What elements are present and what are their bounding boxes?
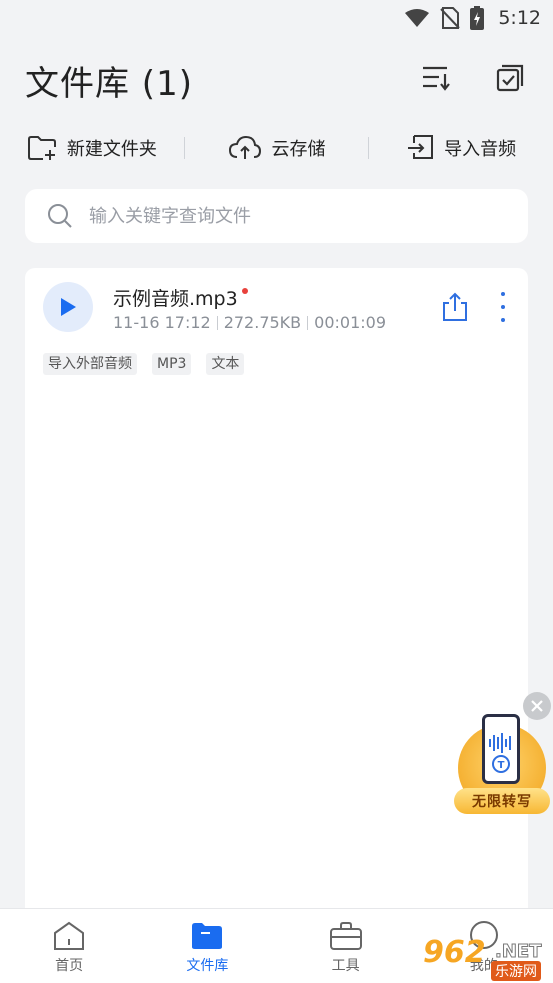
file-size: 272.75KB — [223, 313, 302, 332]
search-input[interactable] — [89, 205, 469, 227]
tag-source: 导入外部音频 — [43, 353, 137, 375]
file-meta: 11-16 17:12 272.75KB 00:01:09 — [113, 313, 386, 332]
promo-widget[interactable]: T 无限转写 — [450, 690, 553, 825]
status-time: 5:12 — [498, 7, 541, 29]
no-sim-icon — [440, 7, 461, 29]
nav-home-label: 首页 — [55, 958, 84, 974]
more-button[interactable] — [497, 292, 509, 322]
status-bar: 5:12 — [0, 0, 553, 36]
unread-dot — [241, 288, 248, 294]
play-icon — [61, 298, 76, 316]
actions-row: 新建文件夹 云存储 导入音频 — [0, 126, 553, 170]
cloud-upload-icon — [228, 135, 261, 159]
folder-icon — [192, 923, 223, 949]
header: 文件库 (1) — [25, 56, 528, 104]
promo-close-button[interactable] — [523, 692, 551, 720]
close-icon — [531, 700, 543, 712]
share-button[interactable] — [441, 292, 469, 326]
file-date: 11-16 17:12 — [113, 313, 211, 332]
watermark-number: 962 — [423, 935, 486, 970]
file-name: 示例音频.mp3 — [113, 288, 238, 310]
import-audio-label: 导入音频 — [444, 139, 517, 160]
list-item[interactable]: 示例音频.mp3 11-16 17:12 272.75KB 00:01:09 导… — [25, 268, 528, 388]
wifi-icon — [405, 9, 430, 27]
sort-icon — [423, 66, 450, 91]
share-icon — [443, 292, 467, 321]
status-icons: 5:12 — [404, 6, 541, 30]
tag-text: 文本 — [206, 353, 245, 375]
file-duration: 00:01:09 — [314, 313, 386, 332]
watermark-site: 乐游网 — [491, 961, 541, 981]
more-dot — [501, 318, 505, 322]
promo-label: 无限转写 — [454, 788, 550, 814]
new-folder-button[interactable]: 新建文件夹 — [0, 135, 184, 161]
meta-separator — [307, 315, 309, 330]
home-icon — [54, 921, 85, 950]
battery-charging-icon — [470, 6, 485, 30]
search-bar[interactable] — [25, 189, 528, 243]
new-folder-label: 新建文件夹 — [66, 139, 157, 160]
more-dot — [501, 305, 505, 309]
import-audio-button[interactable]: 导入音频 — [369, 134, 553, 162]
nav-tools-label: 工具 — [331, 958, 360, 974]
multi-select-button[interactable] — [492, 60, 528, 96]
sort-button[interactable] — [418, 60, 454, 96]
file-name-wrap: 示例音频.mp3 — [113, 284, 248, 311]
nav-home[interactable]: 首页 — [0, 909, 138, 983]
nav-tools[interactable]: 工具 — [277, 909, 415, 983]
nav-library-label: 文件库 — [186, 958, 229, 974]
more-dot — [501, 292, 505, 296]
phone-transcribe-icon: T — [482, 714, 520, 784]
search-icon — [48, 204, 72, 228]
tag-format: MP3 — [152, 353, 192, 375]
watermark-net: .NET — [494, 941, 542, 963]
import-icon — [408, 135, 434, 159]
header-actions — [418, 60, 528, 96]
checkbox-multi-icon — [496, 64, 524, 92]
meta-separator — [216, 315, 218, 330]
folder-add-icon — [27, 136, 56, 160]
cloud-storage-button[interactable]: 云存储 — [185, 135, 369, 161]
nav-library[interactable]: 文件库 — [138, 909, 276, 983]
svg-text:T: T — [498, 760, 505, 771]
cloud-storage-label: 云存储 — [271, 139, 326, 160]
toolbox-icon — [329, 922, 362, 950]
watermark-logo: 962 .NET 乐游网 — [415, 935, 553, 983]
file-tags: 导入外部音频 MP3 文本 — [43, 353, 245, 375]
play-button[interactable] — [43, 282, 93, 332]
